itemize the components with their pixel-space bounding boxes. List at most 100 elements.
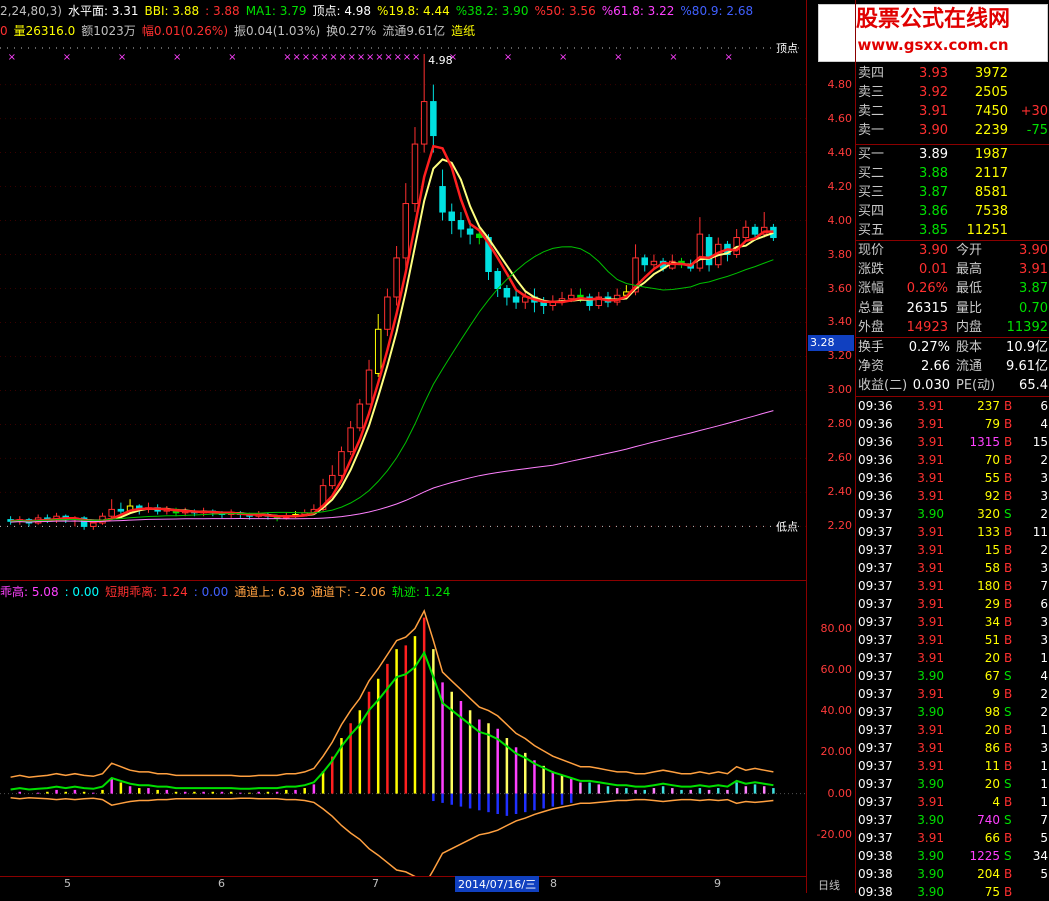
bid-row: 买三 3.87 8581 bbox=[858, 183, 1048, 202]
tick-row: 09:37 3.91 34 B 3 bbox=[858, 613, 1049, 631]
cell: 3.91 bbox=[917, 615, 944, 629]
cell: 3.91 bbox=[917, 759, 944, 773]
cell: 09:37 bbox=[858, 561, 893, 575]
cell: 3.90 bbox=[917, 885, 944, 899]
tick-row: 09:37 3.91 86 B 3 bbox=[858, 739, 1049, 757]
tick-row: 09:37 3.90 740 S 7 bbox=[858, 811, 1049, 829]
cell: 6 bbox=[1040, 399, 1048, 413]
ma-mid-line bbox=[10, 246, 774, 522]
header_top-item: 顶点: 4.98 bbox=[312, 4, 372, 18]
cell: 3 bbox=[1040, 633, 1048, 647]
header_top-item: %80.9: 2.68 bbox=[680, 4, 754, 18]
signal-marker: × bbox=[366, 52, 374, 63]
quote-row: 外盘 14923 内盘 11392 bbox=[858, 318, 1048, 337]
cell: 3.90 bbox=[919, 243, 948, 258]
cell: 3.85 bbox=[919, 223, 948, 238]
cell: 09:37 bbox=[858, 507, 893, 521]
tick-row: 09:36 3.91 237 B 6 bbox=[858, 397, 1049, 415]
cell: B bbox=[1004, 723, 1013, 737]
cell: 2117 bbox=[974, 166, 1008, 181]
cell: 0.27% bbox=[908, 340, 950, 355]
tick-row: 09:36 3.91 92 B 3 bbox=[858, 487, 1049, 505]
cell: 5 bbox=[1040, 831, 1048, 845]
cell: 92 bbox=[984, 489, 1000, 503]
cell: B bbox=[1004, 543, 1013, 557]
cell: 3.90 bbox=[917, 669, 944, 683]
candlestick-chart[interactable]: × × × × × × × × × × × × × × × × × × × × × × × × × ×4.98顶点低点 bbox=[0, 40, 806, 580]
cell: 09:38 bbox=[858, 885, 893, 899]
cell: S bbox=[1004, 705, 1012, 719]
candle-body bbox=[402, 203, 410, 259]
price-tick-label: 4.80 bbox=[827, 77, 853, 91]
cell: 09:37 bbox=[858, 705, 893, 719]
signal-marker: × bbox=[394, 52, 402, 63]
signal-marker: × bbox=[311, 52, 319, 63]
signal-marker: × bbox=[357, 52, 365, 63]
cell: 1 bbox=[1040, 723, 1048, 737]
bid-row: 买四 3.86 7538 bbox=[858, 202, 1048, 221]
signal-marker: × bbox=[403, 52, 411, 63]
cell: 0.01 bbox=[919, 262, 948, 278]
quote-panel: 卖四 3.93 3972 卖三 3.92 2505 卖二 3.91 7450 +30 卖一 3.90 2… bbox=[855, 0, 1049, 899]
cell: 79 bbox=[984, 417, 1000, 431]
cell: 3 bbox=[1040, 615, 1048, 629]
cell: 卖二 bbox=[858, 104, 885, 119]
cell: 34 bbox=[1032, 849, 1048, 863]
indicator_header-item: : 0.00 bbox=[64, 585, 100, 599]
cell: 2239 bbox=[974, 123, 1008, 138]
cell: 最低 bbox=[956, 281, 983, 297]
cell: 10.9亿 bbox=[1006, 340, 1048, 355]
cell: 20 bbox=[984, 723, 1000, 737]
cell: 26315 bbox=[906, 300, 948, 316]
cell: S bbox=[1004, 813, 1012, 827]
cell: 买三 bbox=[858, 185, 885, 200]
signal-marker: × bbox=[293, 52, 301, 63]
period-tab[interactable]: 日线 bbox=[818, 877, 840, 893]
candle-body bbox=[347, 427, 354, 453]
cell: 09:37 bbox=[858, 525, 893, 539]
tick-row: 09:37 3.91 9 B 2 bbox=[858, 685, 1049, 703]
candle-body bbox=[356, 403, 364, 429]
cell: 09:37 bbox=[858, 633, 893, 647]
cell: 58 bbox=[984, 561, 1000, 575]
price-tick-label: 2.60 bbox=[827, 451, 853, 465]
price-tick-label: 4.40 bbox=[827, 145, 853, 159]
header_second-item: 额1023万 bbox=[81, 24, 136, 38]
price-tick-label: 3.20 bbox=[827, 349, 853, 363]
cell: 34 bbox=[984, 615, 1000, 629]
cell: 3.91 bbox=[1019, 262, 1048, 278]
cell: 09:37 bbox=[858, 741, 893, 755]
cell: 2 bbox=[1040, 687, 1048, 701]
header_second-item: 流通9.61亿 bbox=[382, 24, 446, 38]
cell: -75 bbox=[1026, 123, 1048, 138]
cell: 15 bbox=[984, 543, 1000, 557]
cell: 2 bbox=[1040, 543, 1048, 557]
candle-body bbox=[420, 101, 428, 145]
candle-body bbox=[117, 508, 125, 512]
cell: 86 bbox=[984, 741, 1000, 755]
date-axis: 5 6 7 8 9 2014/07/16/三 bbox=[0, 876, 806, 893]
cell: 3.91 bbox=[917, 435, 944, 449]
cell: 3.91 bbox=[917, 471, 944, 485]
bid-row: 买二 3.88 2117 bbox=[858, 164, 1048, 183]
chart-area[interactable]: 2,24,80,3) 水平面: 3.31 BBI: 3.88: 3.88 MA1: 3… bbox=[0, 0, 806, 893]
cell: 4 bbox=[1040, 669, 1048, 683]
price-tick-label: 3.80 bbox=[827, 247, 853, 261]
cell: B bbox=[1004, 417, 1013, 431]
cell: 7 bbox=[1040, 813, 1048, 827]
cell: 11251 bbox=[966, 223, 1008, 238]
candle-body bbox=[577, 294, 584, 298]
cell: 75 bbox=[984, 885, 1000, 899]
cell: 3.91 bbox=[917, 399, 944, 413]
indicator-chart[interactable] bbox=[0, 598, 806, 876]
quote-row: 涨幅 0.26% 最低 3.87 bbox=[858, 279, 1048, 298]
cell: 3.91 bbox=[917, 651, 944, 665]
cell: 740 bbox=[977, 813, 1000, 827]
cell: 3.90 bbox=[917, 705, 944, 719]
cell: 1 bbox=[1040, 795, 1048, 809]
candle-body bbox=[365, 369, 373, 405]
indicator_header-item: 通道上: 6.38 bbox=[234, 585, 305, 599]
month-tick: 7 bbox=[372, 877, 379, 890]
cell: 09:37 bbox=[858, 777, 893, 791]
cell: 3.88 bbox=[919, 166, 948, 181]
